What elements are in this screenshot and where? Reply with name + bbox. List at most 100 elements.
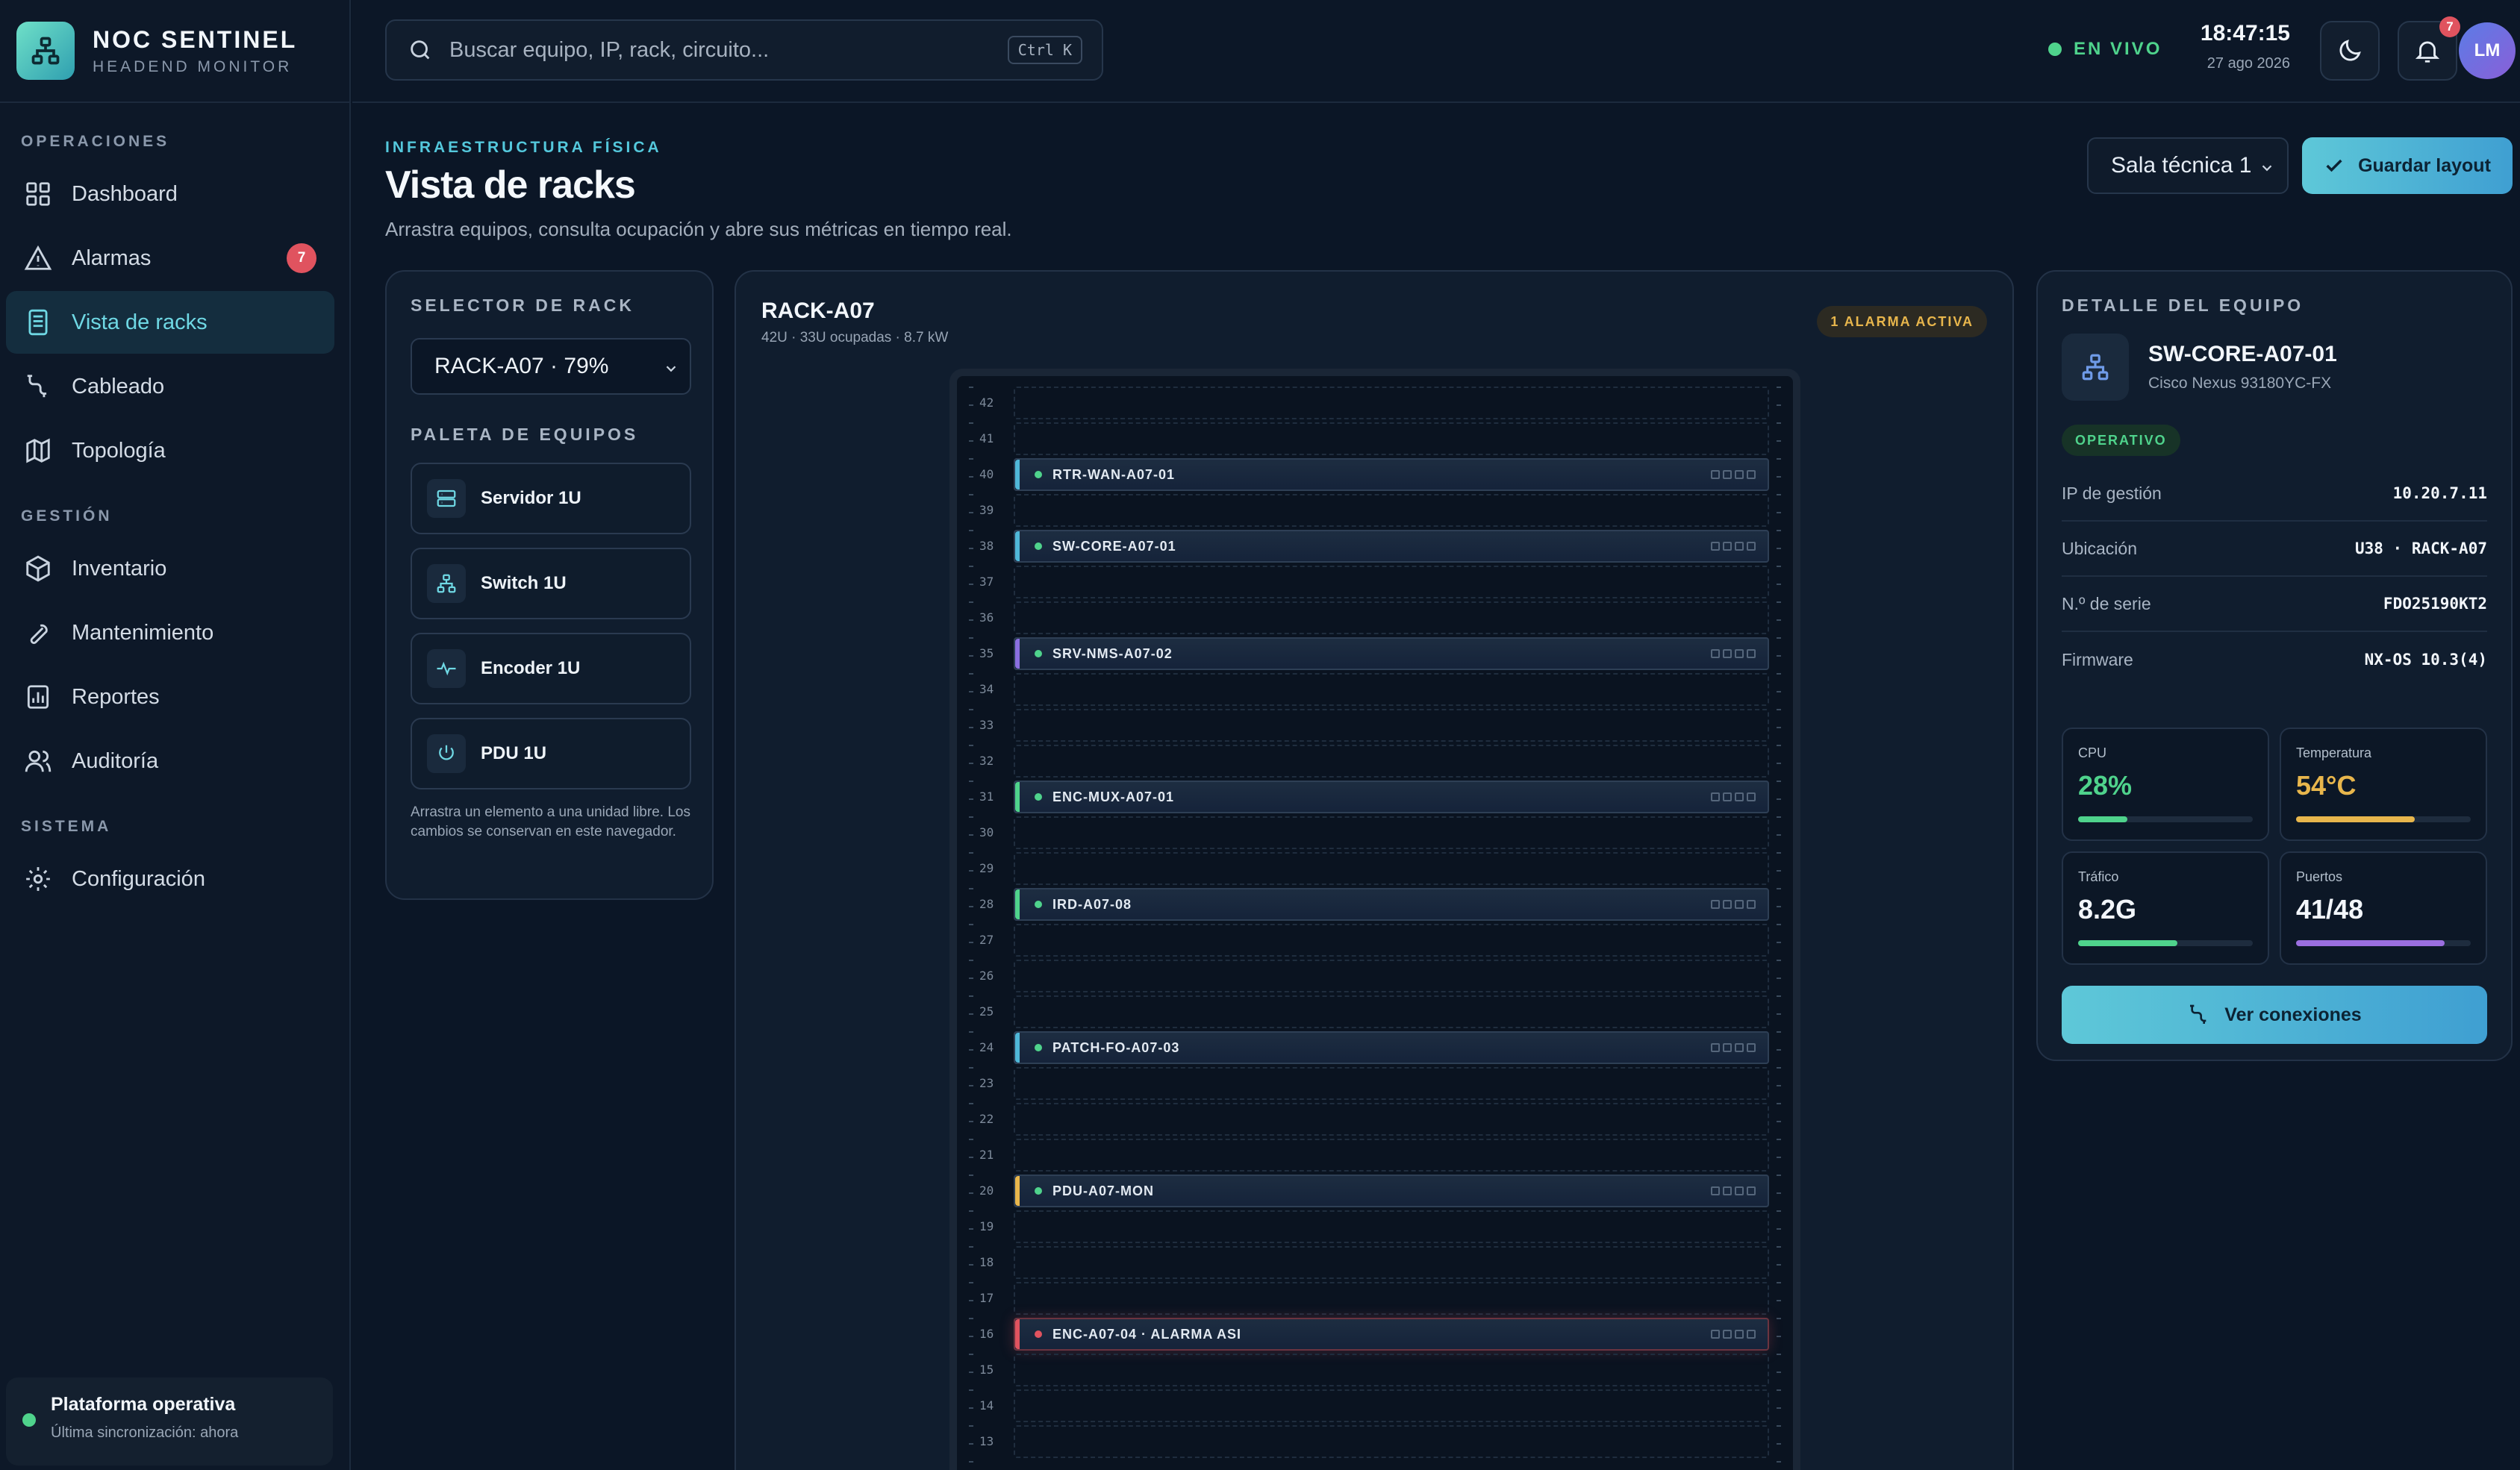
field-value: NX-OS 10.3(4) (2364, 651, 2487, 669)
grid-icon (26, 182, 50, 206)
room-select[interactable]: Sala técnica 1 (2087, 137, 2289, 194)
brand-subtitle: HEADEND MONITOR (93, 57, 293, 75)
rack-slot-empty[interactable] (1014, 1210, 1769, 1243)
palette-item-pdu[interactable]: PDU 1U (411, 718, 691, 789)
rack-device[interactable]: ENC-MUX-A07-01 (1014, 781, 1769, 813)
device-accent-bar (1015, 531, 1020, 561)
rack-unit-number: 35 (979, 646, 994, 660)
sidebar-item-cableado[interactable]: Cableado (6, 355, 334, 418)
metric-bar (2296, 940, 2471, 946)
rack-unit-number: 37 (979, 575, 994, 589)
rack-device[interactable]: SW-CORE-A07-01 (1014, 530, 1769, 563)
rack-unit-number: 27 (979, 933, 994, 947)
rack-slot-empty[interactable] (1014, 1354, 1769, 1386)
theme-toggle-button[interactable] (2320, 21, 2380, 81)
page-subtitle: Arrastra equipos, consulta ocupación y a… (385, 218, 1012, 240)
device-accent-bar (1015, 1319, 1020, 1349)
power-icon (427, 734, 466, 773)
sidebar-item-configuracion[interactable]: Configuración (6, 848, 334, 910)
rack-select-value: RACK-A07 · 79% (434, 354, 609, 378)
rack-slot-empty[interactable] (1014, 816, 1769, 849)
sidebar-item-topologia[interactable]: Topología (6, 419, 334, 482)
clock: 18:47:15 27 ago 2026 (2178, 21, 2290, 72)
view-connections-button[interactable]: Ver conexiones (2062, 986, 2487, 1044)
sidebar-item-dashboard[interactable]: Dashboard (6, 163, 334, 225)
rack-slot-empty[interactable] (1014, 852, 1769, 885)
search-shortcut: Ctrl K (1007, 36, 1082, 64)
palette-item-servidor[interactable]: Servidor 1U (411, 463, 691, 534)
rack-slot-empty[interactable] (1014, 422, 1769, 455)
metric-card: CPU 28% (2062, 728, 2269, 841)
rack-slot-empty[interactable] (1014, 566, 1769, 598)
rack-slot-empty[interactable] (1014, 924, 1769, 957)
clock-time: 18:47:15 (2200, 21, 2290, 46)
rack-slot-empty[interactable] (1014, 494, 1769, 527)
sidebar-item-vista-de-racks[interactable]: Vista de racks (6, 291, 334, 354)
status-subtitle: Última sincronización: ahora (51, 1424, 239, 1441)
device-label: SRV-NMS-A07-02 (1052, 645, 1173, 661)
rack-slot-empty[interactable] (1014, 745, 1769, 778)
rack-slot-empty[interactable] (1014, 1139, 1769, 1172)
rack-slot-empty[interactable] (1014, 1389, 1769, 1422)
network-logo-icon (16, 22, 75, 80)
rack-select[interactable]: RACK-A07 · 79% (411, 338, 691, 395)
field-serial: N.º de serie FDO25190KT2 (2062, 577, 2487, 632)
rack-slot-empty[interactable] (1014, 709, 1769, 742)
rack-device[interactable]: PDU-A07-MON (1014, 1175, 1769, 1207)
live-label: EN VIVO (2074, 39, 2162, 59)
rack-unit-number: 24 (979, 1040, 994, 1054)
sidebar-item-label: Mantenimiento (72, 620, 214, 645)
rack-slot-empty[interactable] (1014, 1067, 1769, 1100)
rack-unit-number: 36 (979, 610, 994, 625)
rack-slot-empty[interactable] (1014, 673, 1769, 706)
pulse-icon (427, 649, 466, 688)
page-eyebrow: INFRAESTRUCTURA FÍSICA (385, 139, 662, 156)
search-input[interactable] (449, 37, 1002, 63)
rack-unit-number: 22 (979, 1112, 994, 1126)
rack-device[interactable]: ENC-A07-04 · ALARMA ASI (1014, 1318, 1769, 1351)
rack-slot-empty[interactable] (1014, 1246, 1769, 1279)
sidebar-item-label: Alarmas (72, 245, 152, 270)
rack-slot-empty[interactable] (1014, 1425, 1769, 1458)
cable-icon (27, 375, 47, 398)
active-alarm-badge[interactable]: 1 ALARMA ACTIVA (1817, 306, 1987, 337)
rack-slot-empty[interactable] (1014, 1103, 1769, 1136)
sidebar-item-label: Cableado (72, 374, 165, 398)
rack-slot-empty[interactable] (1014, 601, 1769, 634)
rack-unit-number: 38 (979, 539, 994, 553)
metric-value: 28% (2078, 770, 2133, 801)
sidebar-item-inventario[interactable]: Inventario (6, 537, 334, 600)
chevron-down-icon (666, 366, 676, 372)
save-layout-button[interactable]: Guardar layout (2302, 137, 2513, 194)
sidebar-item-reportes[interactable]: Reportes (6, 666, 334, 728)
network-icon (427, 564, 466, 603)
brand-title: NOC SENTINEL (93, 25, 298, 53)
metric-bar-fill (2296, 816, 2415, 822)
rack-device[interactable]: RTR-WAN-A07-01 (1014, 458, 1769, 491)
rack-rail-right (1777, 387, 1781, 1470)
palette-item-switch[interactable]: Switch 1U (411, 548, 691, 619)
sidebar-item-alarmas[interactable]: Alarmas 7 (6, 227, 334, 290)
avatar[interactable]: LM (2459, 22, 2516, 79)
cable-icon (2190, 1004, 2206, 1024)
device-accent-bar (1015, 782, 1020, 812)
rack-device[interactable]: SRV-NMS-A07-02 (1014, 637, 1769, 670)
port-indicators-icon (1711, 1330, 1756, 1339)
rack-unit-number: 23 (979, 1076, 994, 1090)
field-value: U38 · RACK-A07 (2354, 539, 2487, 557)
field-firmware: Firmware NX-OS 10.3(4) (2062, 632, 2487, 687)
rack-slot-empty[interactable] (1014, 1282, 1769, 1315)
rack-slot-empty[interactable] (1014, 387, 1769, 419)
sidebar-item-auditoria[interactable]: Auditoría (6, 730, 334, 792)
metric-bar (2078, 816, 2253, 822)
notifications-button[interactable]: 7 (2398, 16, 2460, 81)
rack-device[interactable]: IRD-A07-08 (1014, 888, 1769, 921)
palette-item-encoder[interactable]: Encoder 1U (411, 633, 691, 704)
search-box[interactable]: Ctrl K (385, 19, 1103, 81)
rack-slot-empty[interactable] (1014, 995, 1769, 1028)
rack-slot-empty[interactable] (1014, 960, 1769, 992)
rack-device[interactable]: PATCH-FO-A07-03 (1014, 1031, 1769, 1064)
status-led-icon (1035, 471, 1042, 478)
sidebar-item-mantenimiento[interactable]: Mantenimiento (6, 601, 334, 664)
palette-hint: Arrastra un elemento a una unidad libre.… (411, 804, 690, 839)
